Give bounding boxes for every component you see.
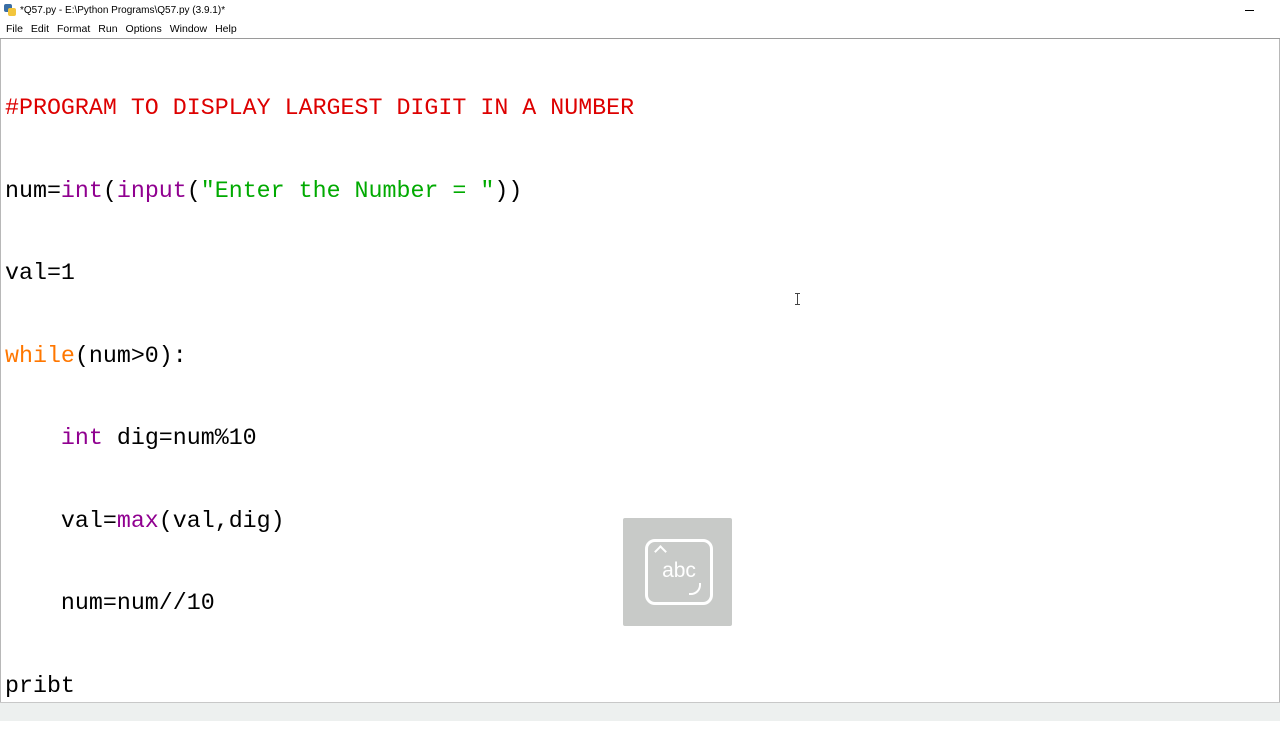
- code-token: dig=num%10: [102, 425, 257, 451]
- keyword-token: while: [5, 342, 75, 369]
- code-token: num=num//10: [5, 590, 215, 616]
- code-line-8: pribt: [5, 673, 634, 701]
- code-token: (num>0):: [74, 342, 187, 369]
- code-line-7: num=num//10: [5, 590, 634, 618]
- menu-format[interactable]: Format: [57, 23, 96, 35]
- code-line-1: #PROGRAM TO DISPLAY LARGEST DIGIT IN A N…: [5, 95, 634, 123]
- caret-up-icon: [654, 545, 667, 558]
- menu-run[interactable]: Run: [98, 23, 123, 35]
- code-token: num=: [5, 177, 61, 204]
- menu-help[interactable]: Help: [215, 23, 243, 35]
- title-bar: *Q57.py - E:\Python Programs\Q57.py (3.9…: [0, 0, 1280, 20]
- code-text[interactable]: #PROGRAM TO DISPLAY LARGEST DIGIT IN A N…: [5, 40, 634, 755]
- code-line-2: num=int(input("Enter the Number = ")): [5, 178, 634, 206]
- window-title: *Q57.py - E:\Python Programs\Q57.py (3.9…: [20, 4, 226, 16]
- builtin-token: int: [60, 177, 103, 204]
- status-bar: [0, 702, 1280, 721]
- menu-edit[interactable]: Edit: [31, 23, 55, 35]
- keyboard-icon: abc: [645, 539, 713, 605]
- code-token: (val,dig): [158, 507, 285, 534]
- corner-curve-icon: [689, 583, 701, 595]
- abc-label: abc: [662, 559, 696, 582]
- minimize-icon: [1244, 9, 1254, 11]
- code-line-6: val=max(val,dig): [5, 508, 634, 536]
- text-input-overlay[interactable]: abc: [623, 518, 732, 626]
- code-token: (: [186, 177, 201, 204]
- code-token: val=: [60, 507, 117, 534]
- menu-bar: File Edit Format Run Options Window Help: [0, 20, 1280, 39]
- code-token: val=1: [5, 260, 75, 286]
- builtin-token: input: [116, 177, 187, 204]
- comment-token: #PROGRAM TO DISPLAY LARGEST DIGIT IN A N…: [5, 95, 635, 121]
- builtin-token: max: [116, 507, 159, 534]
- code-token: )): [494, 177, 523, 204]
- code-token: pribt: [5, 672, 75, 699]
- python-idle-icon: [4, 4, 16, 16]
- menu-window[interactable]: Window: [170, 23, 213, 35]
- text-cursor-icon: [793, 292, 801, 306]
- code-line-3: val=1: [5, 260, 634, 288]
- menu-options[interactable]: Options: [126, 23, 168, 35]
- code-token: (: [102, 177, 117, 204]
- menu-file[interactable]: File: [6, 23, 29, 35]
- code-line-5: int dig=num%10: [5, 425, 634, 453]
- string-token: "Enter the Number = ": [200, 177, 495, 204]
- minimize-button[interactable]: [1240, 3, 1258, 17]
- builtin-token: int: [60, 425, 103, 451]
- code-line-4: while(num>0):: [5, 343, 634, 371]
